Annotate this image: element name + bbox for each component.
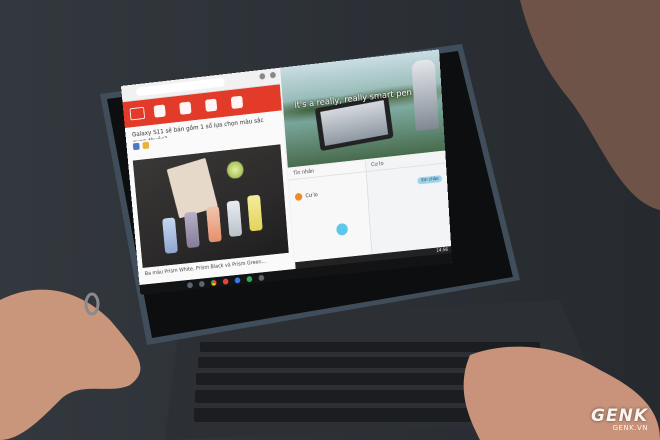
conversation-item[interactable]: Cư lo — [290, 182, 368, 204]
site-nav — [153, 95, 244, 118]
browser-actions — [259, 71, 276, 80]
photo-plant — [224, 160, 246, 180]
phone-icon[interactable] — [246, 275, 253, 282]
facebook-icon[interactable] — [132, 142, 140, 151]
share-icon[interactable] — [142, 141, 150, 150]
tab-icon[interactable] — [259, 72, 266, 80]
recents-icon[interactable] — [258, 274, 265, 281]
contact-name: Cư lo — [305, 191, 318, 199]
message-bubble: Xin chào — [417, 175, 443, 185]
person-shoulder — [520, 0, 660, 210]
site-logo[interactable] — [129, 106, 146, 121]
conversation-pane: Cư lo Xin chào — [365, 152, 452, 255]
avatar — [294, 192, 303, 201]
phone-blue — [162, 217, 178, 254]
watermark-logo: GENK — [591, 406, 648, 426]
nav-tab[interactable] — [179, 101, 192, 115]
keyboard-keys — [194, 342, 574, 422]
left-hand — [0, 289, 141, 440]
photo-scene: Galaxy S11 sẽ bán gồm 1 số lựa chọn màu … — [0, 0, 660, 440]
watermark: GENK GENK.VN — [591, 406, 648, 432]
nav-tab[interactable] — [230, 95, 244, 110]
phone-purple — [184, 211, 200, 249]
phone-orange — [206, 205, 222, 243]
messages-icon[interactable] — [234, 276, 241, 284]
home-icon[interactable] — [186, 281, 193, 288]
phone-white — [226, 200, 243, 237]
ring — [84, 292, 100, 316]
nav-tab[interactable] — [153, 104, 166, 118]
video-device-screen — [320, 100, 389, 147]
chrome-icon[interactable] — [210, 279, 217, 286]
keyboard-cover — [165, 300, 610, 440]
compose-button[interactable] — [336, 222, 349, 236]
nav-tab[interactable] — [204, 98, 218, 112]
youtube-icon[interactable] — [222, 277, 229, 285]
menu-icon[interactable] — [269, 71, 276, 79]
video-person — [411, 58, 439, 132]
video-app-window[interactable]: it's a really, really smart pen — [280, 49, 446, 168]
article-photo — [132, 144, 289, 268]
address-text — [136, 78, 225, 88]
phone-yellow — [247, 194, 263, 232]
back-icon[interactable] — [198, 280, 205, 287]
tablet-display: Galaxy S11 sẽ bán gồm 1 số lựa chọn màu … — [121, 49, 453, 295]
browser-app-window[interactable]: Galaxy S11 sẽ bán gồm 1 số lựa chọn màu … — [121, 67, 295, 295]
messages-list-pane: Tin nhắn Cư lo — [287, 160, 373, 263]
